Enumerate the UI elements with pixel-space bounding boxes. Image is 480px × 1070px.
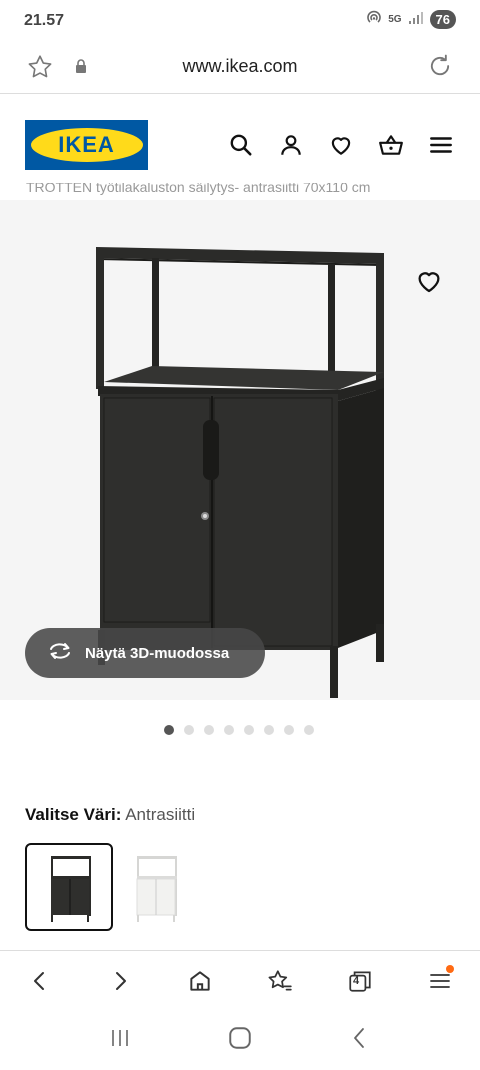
back-icon[interactable] (20, 961, 60, 1001)
ikea-logo-text: IKEA (30, 128, 143, 162)
system-back-icon[interactable] (348, 1026, 372, 1055)
product-image[interactable] (0, 200, 480, 700)
view-3d-button[interactable]: Näytä 3D-muodossa (25, 628, 265, 678)
tab-count: 4 (353, 974, 360, 987)
menu-icon[interactable] (428, 132, 454, 158)
network-label: 5G (388, 14, 402, 25)
notification-dot (446, 964, 454, 973)
view-3d-label: Näytä 3D-muodossa (85, 644, 230, 662)
color-selected-value: Antrasiitti (125, 805, 196, 824)
carousel-dot[interactable] (164, 725, 174, 735)
tabs-button[interactable]: 4 (340, 961, 380, 1001)
heart-icon (414, 272, 444, 300)
recent-apps-icon[interactable] (108, 1026, 132, 1055)
color-option-white[interactable] (123, 843, 211, 931)
status-icons: 5G 76 (366, 10, 456, 29)
shopping-basket-icon[interactable] (378, 132, 404, 158)
cabinet-thumbnail-white (136, 856, 177, 922)
carousel-dot[interactable] (304, 725, 314, 735)
signal-icon (408, 11, 424, 28)
cabinet-thumbnail-dark (51, 856, 91, 922)
url-text[interactable]: www.ikea.com (0, 56, 480, 77)
home-button-icon[interactable] (227, 1025, 253, 1056)
hotspot-icon (366, 10, 382, 29)
carousel-dot[interactable] (264, 725, 274, 735)
tabs-icon (349, 970, 371, 992)
browser-bottom-nav: 4 (0, 950, 480, 1010)
bookmarks-icon[interactable] (260, 961, 300, 1001)
header-icons (228, 132, 454, 158)
add-to-wishlist-button[interactable] (414, 266, 446, 298)
carousel-dot[interactable] (284, 725, 294, 735)
color-label-title: Valitse Väri: (25, 805, 122, 824)
image-carousel-dots (164, 725, 314, 735)
carousel-dot[interactable] (184, 725, 194, 735)
product-heading-cut: TROTTEN työtilakaluston säilytys- antras… (26, 183, 371, 195)
home-icon[interactable] (180, 961, 220, 1001)
system-nav-bar (0, 1010, 480, 1070)
battery-indicator: 76 (429, 10, 456, 29)
color-option-antrasiitti[interactable] (25, 843, 113, 931)
forward-icon[interactable] (100, 961, 140, 1001)
site-header: IKEA (0, 110, 480, 180)
ikea-logo[interactable]: IKEA (25, 120, 148, 170)
search-icon[interactable] (228, 132, 254, 158)
browser-menu-icon[interactable] (420, 961, 460, 1001)
rotate-3d-icon (47, 641, 73, 665)
status-bar: 21.57 5G 76 (0, 0, 480, 44)
account-icon[interactable] (278, 132, 304, 158)
reload-icon[interactable] (426, 52, 454, 85)
status-time: 21.57 (24, 12, 65, 29)
color-label: Valitse Väri: Antrasiitti (25, 805, 195, 825)
carousel-dot[interactable] (224, 725, 234, 735)
url-bar: www.ikea.com (0, 44, 480, 94)
cabinet-image (96, 247, 384, 698)
carousel-dot[interactable] (244, 725, 254, 735)
wishlist-heart-icon[interactable] (328, 132, 354, 158)
carousel-dot[interactable] (204, 725, 214, 735)
